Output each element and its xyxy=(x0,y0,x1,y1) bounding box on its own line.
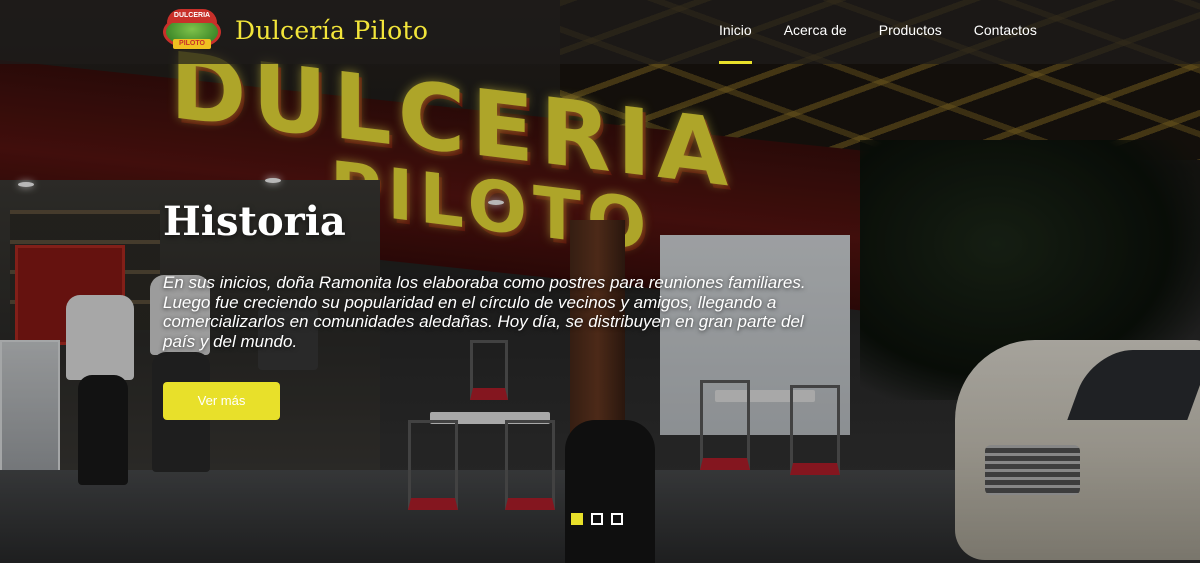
carousel-dot-2[interactable] xyxy=(591,513,603,525)
brand-name[interactable]: Dulcería Piloto xyxy=(235,16,428,45)
logo-top-text: DULCERIA xyxy=(167,9,217,23)
carousel-dot-1[interactable] xyxy=(571,513,583,525)
hero-title: Historia xyxy=(163,198,346,245)
hero-content: Historia En sus inicios, doña Ramonita l… xyxy=(163,198,823,351)
ver-mas-button[interactable]: Ver más xyxy=(163,382,280,420)
nav-acerca-de[interactable]: Acerca de xyxy=(768,0,863,64)
main-nav: Inicio Acerca de Productos Contactos xyxy=(703,0,1053,64)
nav-inicio[interactable]: Inicio xyxy=(703,0,768,64)
navbar: DULCERIA PILOTO Dulcería Piloto Inicio A… xyxy=(0,0,1200,64)
nav-contactos[interactable]: Contactos xyxy=(958,0,1053,64)
carousel-dot-3[interactable] xyxy=(611,513,623,525)
carousel-indicators xyxy=(571,513,623,525)
brand[interactable]: DULCERIA PILOTO Dulcería Piloto xyxy=(163,9,428,51)
nav-productos[interactable]: Productos xyxy=(863,0,958,64)
logo-bottom-text: PILOTO xyxy=(173,39,211,49)
hero-description: En sus inicios, doña Ramonita los elabor… xyxy=(163,273,806,351)
brand-logo[interactable]: DULCERIA PILOTO xyxy=(163,9,221,51)
